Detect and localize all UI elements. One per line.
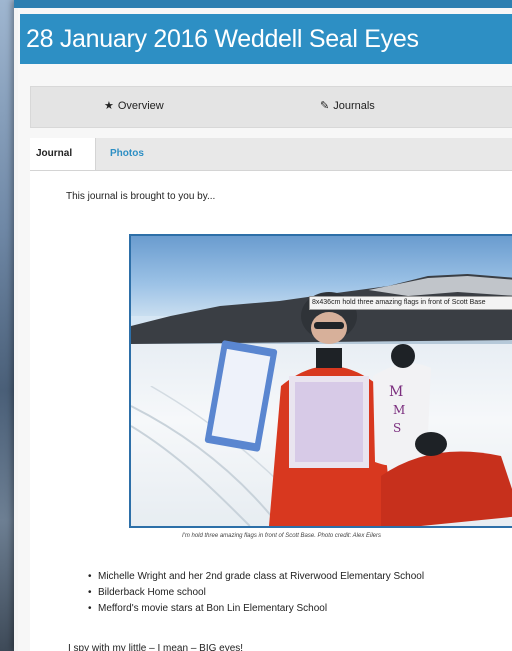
sponsor-list: Michelle Wright and her 2nd grade class … [88,571,424,619]
svg-text:M: M [393,403,405,417]
nav-item-label: Journals [333,99,375,112]
nav-item-label: Overview [117,99,164,112]
tab-photos[interactable]: Photos [102,138,152,170]
photo-tooltip: 8x436cm hold three amazing flags in fron… [309,296,512,310]
tab-journal[interactable]: Journal [30,138,96,170]
svg-text:S: S [393,421,401,435]
journal-intro: This journal is brought to you by... [66,191,216,202]
journal-content: This journal is brought to you by... M M… [30,171,512,651]
list-item: Mefford's movie stars at Bon Lin Element… [88,603,424,614]
content-tabs: Journal Photos [30,138,512,171]
list-item: Bilderback Home school [88,587,424,598]
top-accent-strip [14,0,512,8]
main-nav: ★ Overview ✎ Journals [30,86,512,128]
browser-page: 28 January 2016 Weddell Seal Eyes ★ Over… [14,0,512,651]
list-item: Michelle Wright and her 2nd grade class … [88,571,424,582]
svg-text:M: M [389,384,403,400]
photo-caption: I'm hold three amazing flags in front of… [182,533,382,539]
journal-photo[interactable]: M M S 8x436cm hold three amazing flags i… [129,234,512,528]
page-title: 28 January 2016 Weddell Seal Eyes [20,14,512,64]
star-icon: ★ [104,100,114,112]
journal-closing: I spy with my little – I mean – BIG eyes… [68,643,244,651]
nav-item-journals[interactable]: ✎ Journals [320,99,375,113]
pencil-icon: ✎ [320,100,330,112]
nav-item-overview[interactable]: ★ Overview [104,99,164,113]
photo-person: M M S [204,292,512,526]
